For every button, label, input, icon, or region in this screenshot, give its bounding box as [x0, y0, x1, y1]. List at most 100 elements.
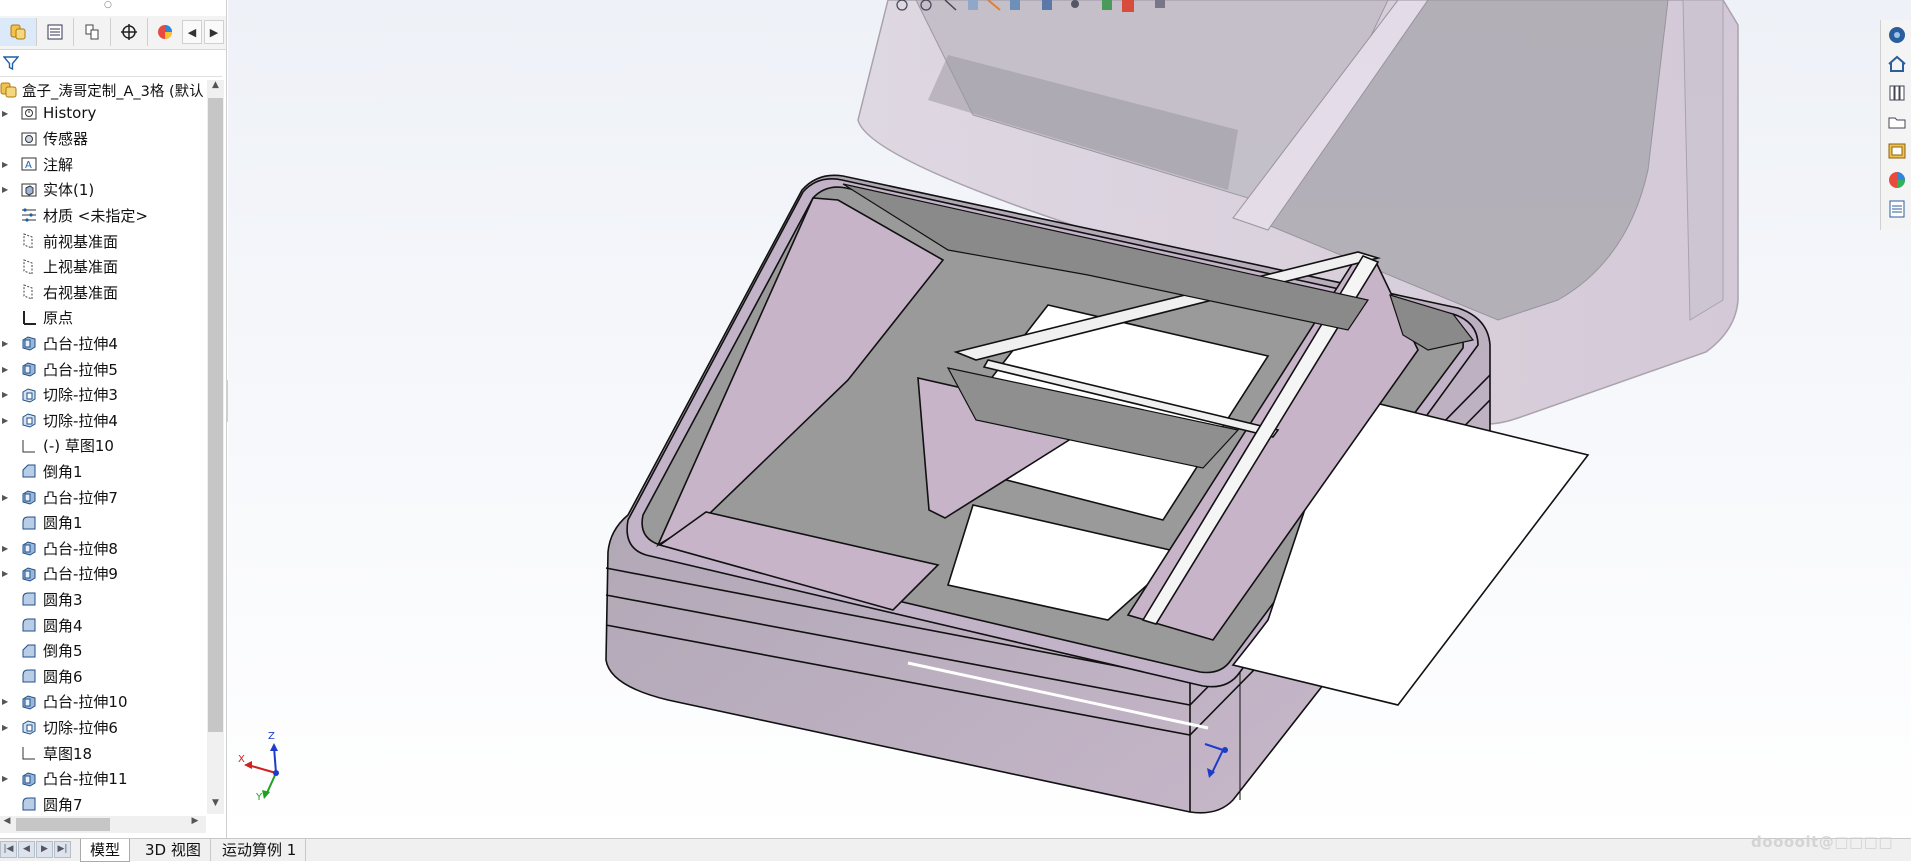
bottom-tab-bar: |◀ ◀ ▶ ▶| 模型 3D 视图 运动算例 1: [0, 838, 1911, 862]
task-pane-view-palette-tab[interactable]: [1886, 140, 1908, 162]
scroll-up-icon[interactable]: ▲: [207, 80, 224, 96]
cut-extrude-icon: [20, 386, 38, 404]
fillet-icon: [20, 795, 38, 813]
tree-node[interactable]: ▶ 凸台-拉伸9: [0, 563, 206, 585]
vertical-scroll-thumb[interactable]: [208, 98, 223, 732]
tree-node[interactable]: ▶ 凸台-拉伸7: [0, 486, 206, 508]
tree-node[interactable]: ▶ History: [0, 102, 206, 124]
triad-x-label: X: [238, 754, 245, 765]
tree-node[interactable]: ▶ 实体(1): [0, 179, 206, 201]
tree-node-label: 倒角1: [43, 462, 83, 481]
tree-node[interactable]: 圆角6: [0, 665, 206, 687]
tree-node-label: 注解: [43, 155, 74, 174]
next-tab-icon[interactable]: ▶: [36, 841, 53, 858]
tree-node[interactable]: ▶ A 注解: [0, 153, 206, 175]
tree-node[interactable]: ▶ 切除-拉伸4: [0, 409, 206, 431]
tab-model[interactable]: 模型: [80, 839, 131, 862]
tree-node[interactable]: 前视基准面: [0, 230, 206, 252]
tree-node-label: 圆角4: [43, 616, 83, 635]
tree-node[interactable]: ▶ 凸台-拉伸10: [0, 691, 206, 713]
watermark-text: dooooit@□□□□: [1751, 833, 1893, 851]
boss-extrude-icon: [20, 334, 38, 352]
expand-arrow-icon[interactable]: ▶: [0, 544, 14, 553]
tree-node[interactable]: ▶ 凸台-拉伸11: [0, 768, 206, 790]
first-tab-icon[interactable]: |◀: [0, 841, 17, 858]
tree-node[interactable]: 右视基准面: [0, 281, 206, 303]
tree-node[interactable]: 圆角1: [0, 512, 206, 534]
expand-arrow-icon[interactable]: ▶: [0, 365, 14, 374]
boss-extrude-icon: [20, 539, 38, 557]
tree-node[interactable]: ▶ 凸台-拉伸8: [0, 537, 206, 559]
scroll-left-icon[interactable]: ◀: [0, 816, 14, 832]
tree-node[interactable]: ▶ 切除-拉伸3: [0, 384, 206, 406]
tree-node-label: 倒角5: [43, 642, 83, 661]
tree-node[interactable]: 传感器: [0, 128, 206, 150]
tree-node[interactable]: 原点: [0, 307, 206, 329]
dimxpert-tab[interactable]: [111, 18, 148, 46]
scroll-right-icon[interactable]: ▶: [188, 816, 202, 832]
tree-node[interactable]: 圆角4: [0, 614, 206, 636]
scroll-down-icon[interactable]: ▼: [207, 798, 224, 814]
last-tab-icon[interactable]: ▶|: [54, 841, 71, 858]
model-canvas[interactable]: [228, 0, 1911, 838]
tree-node-label: 切除-拉伸4: [43, 411, 118, 430]
prev-tab-icon[interactable]: ◀: [18, 841, 35, 858]
tree-node[interactable]: 圆角7: [0, 793, 206, 814]
tree-node[interactable]: 草图18: [0, 742, 206, 764]
tree-node-label: 前视基准面: [43, 232, 119, 251]
tree-node[interactable]: ▶ 切除-拉伸6: [0, 716, 206, 738]
tab-3d-view[interactable]: 3D 视图: [136, 839, 211, 861]
tree-node[interactable]: 倒角5: [0, 640, 206, 662]
property-manager-tab[interactable]: [37, 18, 74, 46]
sketch-icon: [20, 437, 38, 455]
tree-node[interactable]: (-) 草图10: [0, 435, 206, 457]
tree-node[interactable]: ▶ 凸台-拉伸4: [0, 332, 206, 354]
expand-arrow-icon[interactable]: ▶: [0, 774, 14, 783]
task-pane-appearances-tab[interactable]: [1886, 169, 1908, 191]
boss-extrude-icon: [20, 693, 38, 711]
tab-scroll-right-icon[interactable]: ▶: [204, 20, 224, 44]
tree-vertical-scrollbar[interactable]: ▲ ▼: [207, 80, 224, 814]
tree-node-label: 材质 <未指定>: [43, 206, 148, 225]
tree-node[interactable]: 倒角1: [0, 460, 206, 482]
tree-node[interactable]: 材质 <未指定>: [0, 204, 206, 226]
tree-node[interactable]: 圆角3: [0, 588, 206, 610]
property-manager-icon: [47, 24, 63, 40]
expand-arrow-icon[interactable]: ▶: [0, 109, 14, 118]
expand-arrow-icon[interactable]: ▶: [0, 416, 14, 425]
sensor-icon: [20, 130, 38, 148]
tree-horizontal-scrollbar[interactable]: ◀ ▶: [0, 816, 206, 833]
expand-arrow-icon[interactable]: ▶: [0, 185, 14, 194]
expand-arrow-icon[interactable]: ▶: [0, 160, 14, 169]
panel-grip-icon[interactable]: ○: [104, 0, 112, 10]
horizontal-scroll-thumb[interactable]: [16, 818, 110, 831]
origin-icon: [20, 309, 38, 327]
tree-node-label: 凸台-拉伸10: [43, 693, 128, 712]
configuration-manager-tab[interactable]: [74, 18, 111, 46]
display-manager-tab[interactable]: [148, 18, 182, 46]
expand-arrow-icon[interactable]: ▶: [0, 569, 14, 578]
task-pane-home-tab[interactable]: [1886, 53, 1908, 75]
filter-icon[interactable]: [3, 55, 19, 71]
graphics-viewport[interactable]: Z X Y: [228, 0, 1911, 838]
task-pane-design-library-tab[interactable]: [1886, 82, 1908, 104]
expand-arrow-icon[interactable]: ▶: [0, 390, 14, 399]
boss-extrude-icon: [20, 770, 38, 788]
expand-arrow-icon[interactable]: ▶: [0, 493, 14, 502]
part-root-node[interactable]: 盒子_涛哥定制_A_3格 (默认: [0, 80, 206, 100]
boss-extrude-icon: [20, 360, 38, 378]
task-pane-file-explorer-tab[interactable]: [1886, 111, 1908, 133]
tab-motion-study[interactable]: 运动算例 1: [213, 839, 307, 861]
expand-arrow-icon[interactable]: ▶: [0, 339, 14, 348]
tab-scroll-left-icon[interactable]: ◀: [182, 20, 202, 44]
tree-node-label: 右视基准面: [43, 283, 119, 302]
tree-node[interactable]: ▶ 凸台-拉伸5: [0, 358, 206, 380]
feature-filter-row[interactable]: [0, 50, 222, 77]
expand-arrow-icon[interactable]: ▶: [0, 697, 14, 706]
configuration-manager-icon: [85, 24, 99, 40]
expand-arrow-icon[interactable]: ▶: [0, 723, 14, 732]
tree-node[interactable]: 上视基准面: [0, 256, 206, 278]
task-pane-resources-tab[interactable]: [1886, 24, 1908, 46]
task-pane-custom-properties-tab[interactable]: [1886, 198, 1908, 220]
feature-manager-tab[interactable]: [0, 18, 37, 46]
